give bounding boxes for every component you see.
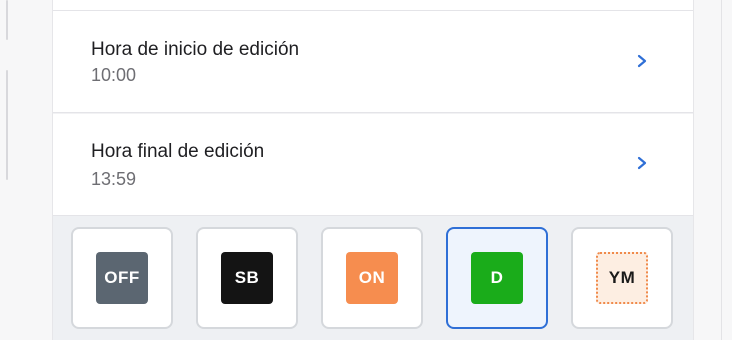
status-d-chip: D — [471, 252, 523, 304]
app-stage: Hora de inicio de edición 10:00 Hora fin… — [0, 0, 732, 340]
end-time-row[interactable]: Hora final de edición 13:59 — [53, 114, 693, 216]
settings-screen: Hora de inicio de edición 10:00 Hora fin… — [53, 0, 693, 340]
status-d-button[interactable]: D — [446, 227, 548, 329]
previous-row-edge — [53, 0, 693, 11]
status-ym-chip: YM — [596, 252, 648, 304]
status-ym-button[interactable]: YM — [571, 227, 673, 329]
end-time-value: 13:59 — [91, 169, 137, 189]
status-on-button[interactable]: ON — [321, 227, 423, 329]
device-button-edge — [6, 0, 8, 40]
start-time-row[interactable]: Hora de inicio de edición 10:00 — [53, 11, 693, 113]
status-sb-button[interactable]: SB — [196, 227, 298, 329]
duty-status-selector: OFF SB ON D YM — [53, 216, 693, 340]
device-edge-line — [721, 0, 722, 340]
start-time-value: 10:00 — [91, 65, 137, 85]
status-off-button[interactable]: OFF — [71, 227, 173, 329]
status-on-chip: ON — [346, 252, 398, 304]
device-frame-left — [0, 0, 53, 340]
start-time-label: Hora de inicio de edición — [91, 39, 300, 60]
chevron-right-icon — [637, 156, 647, 170]
device-frame-right — [693, 0, 732, 340]
end-time-label: Hora final de edición — [91, 141, 265, 162]
chevron-right-icon — [637, 54, 647, 68]
status-off-chip: OFF — [96, 252, 148, 304]
device-button-edge — [6, 70, 8, 180]
status-sb-chip: SB — [221, 252, 273, 304]
